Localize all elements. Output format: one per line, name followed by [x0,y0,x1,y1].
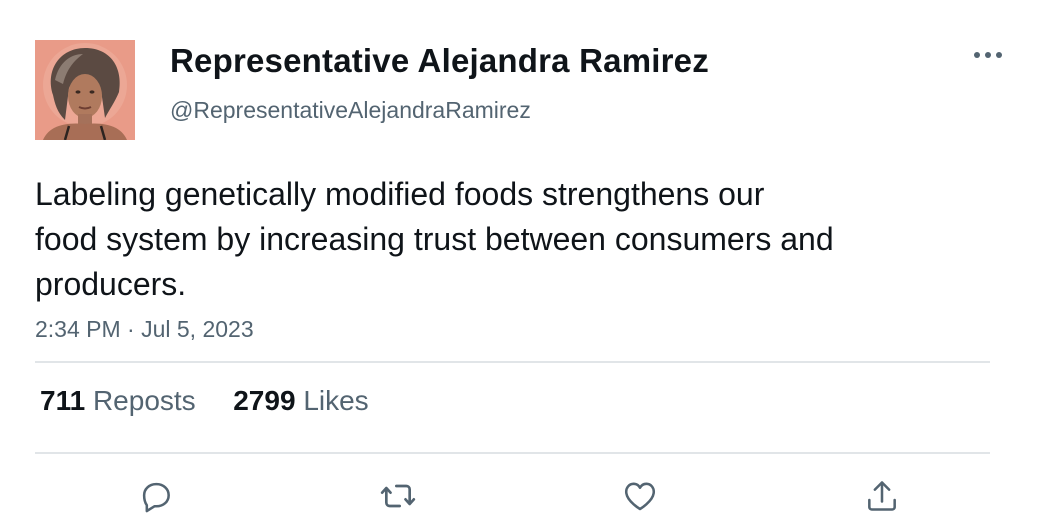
tweet-text-line: producers. [35,266,187,302]
more-dots-icon [974,52,1002,58]
divider [35,452,990,454]
likes-stat[interactable]: 2799 Likes [233,385,368,416]
share-icon [868,481,896,511]
reposts-stat[interactable]: 711 Reposts [40,385,203,416]
reply-button[interactable] [134,474,178,518]
share-button[interactable] [860,474,904,518]
reposts-count: 711 [40,385,86,416]
repost-icon [380,484,416,508]
more-button[interactable] [966,40,1010,70]
divider [35,361,990,363]
tweet-text-line: Labeling genetically modified foods stre… [35,176,765,212]
tweet-text-line: food system by increasing trust between … [35,221,834,257]
repost-button[interactable] [376,474,420,518]
like-button[interactable] [618,474,662,518]
likes-label: Likes [303,385,369,416]
likes-count: 2799 [233,385,296,416]
heart-icon [624,482,656,511]
tweet-timestamp[interactable]: 2:34 PM · Jul 5, 2023 [35,316,254,343]
author-display-name[interactable]: Representative Alejandra Ramirez [170,42,709,80]
reply-icon [142,482,170,513]
avatar[interactable] [35,40,135,140]
avatar-image [35,40,135,140]
reposts-label: Reposts [92,385,196,416]
author-handle[interactable]: @RepresentativeAlejandraRamirez [170,97,531,124]
engagement-stats: 711 Reposts 2799 Likes [40,385,369,417]
tweet-text: Labeling genetically modified foods stre… [35,172,995,307]
